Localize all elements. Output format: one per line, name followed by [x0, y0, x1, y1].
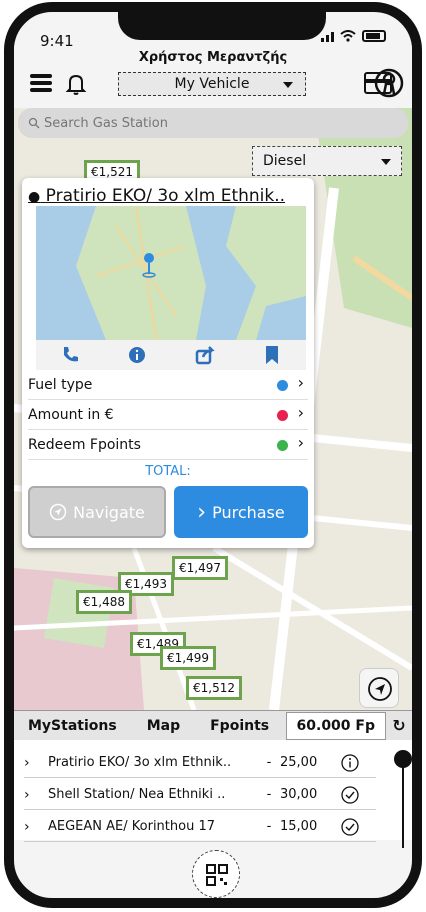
station-price: 25,00 — [280, 755, 318, 770]
navigate-button[interactable]: Navigate — [28, 486, 166, 538]
station-name: Shell Station/ Nea Ethniki .. — [48, 787, 226, 802]
purchase-button[interactable]: › Purchase — [174, 486, 308, 538]
station-card: ● Pratirio EKO/ 3o xlm Ethnik.. Fuel typ… — [22, 178, 314, 548]
mini-map-image — [36, 206, 306, 340]
purchase-label: Purchase — [212, 502, 285, 522]
phone-frame: 9:41 Χρήστος Μεραντζής My Vehicle Search… — [4, 2, 422, 908]
station-actions — [36, 340, 306, 370]
chevron-right-icon: › — [24, 786, 30, 803]
amount-row[interactable]: Amount in € › — [28, 400, 308, 430]
signal-icon — [321, 30, 334, 42]
list-item[interactable]: › Shell Station/ Nea Ethniki .. - 30,00 — [24, 780, 376, 810]
amount-label: Amount in € — [28, 406, 114, 423]
station-name: AEGEAN AE/ Korinthou 17 — [48, 819, 215, 834]
qr-code-button[interactable] — [192, 850, 240, 898]
chevron-right-icon: › — [24, 818, 30, 835]
fpoints-balance: 60.000 Fp — [285, 711, 386, 740]
station-card-title[interactable]: ● Pratirio EKO/ 3o xlm Ethnik.. — [28, 186, 285, 206]
user-name: Χρήστος Μεραντζής — [138, 50, 288, 65]
vehicle-select-value: My Vehicle — [174, 76, 250, 92]
price-pin[interactable]: €1,488 — [76, 590, 132, 614]
fuel-type-value: Diesel — [263, 153, 307, 169]
fuel-drop-icon: ● — [28, 189, 41, 205]
wifi-icon — [340, 30, 356, 42]
station-price: 30,00 — [280, 787, 318, 802]
bottom-tabs: MyStations Map Fpoints 60.000 Fp ↻ — [14, 710, 412, 740]
tab-my-stations[interactable]: MyStations — [14, 718, 125, 734]
status-dot — [277, 440, 288, 451]
status-time: 9:41 — [40, 32, 74, 50]
chevron-right-icon: › — [297, 373, 304, 392]
total-label: TOTAL: — [145, 464, 191, 479]
search-bar[interactable] — [18, 108, 408, 138]
profile-icon[interactable] — [374, 68, 404, 98]
list-item[interactable]: › Pratirio EKO/ 3o xlm Ethnik.. - 25,00 — [24, 748, 376, 778]
chevron-down-icon — [381, 159, 391, 165]
status-dot — [277, 380, 288, 391]
check-circle-icon[interactable] — [338, 817, 362, 837]
status-dot — [277, 410, 288, 421]
qr-code-icon — [206, 864, 228, 886]
fuel-type-row[interactable]: Fuel type › — [28, 370, 308, 400]
refresh-icon[interactable]: ↻ — [386, 716, 412, 735]
info-icon[interactable] — [338, 753, 362, 773]
phone-icon[interactable] — [60, 345, 80, 365]
app-header: Χρήστος Μεραντζής My Vehicle — [14, 42, 412, 108]
info-icon[interactable] — [127, 345, 147, 365]
notch — [118, 12, 326, 40]
search-icon — [28, 117, 40, 129]
station-name: Pratirio EKO/ 3o xlm Ethnik.. — [48, 755, 232, 770]
scroll-handle[interactable] — [394, 750, 412, 768]
share-icon[interactable] — [195, 345, 215, 365]
search-input[interactable] — [44, 115, 344, 131]
price-pin[interactable]: €1,497 — [172, 556, 228, 580]
list-item[interactable]: › AEGEAN AE/ Korinthou 17 - 15,00 — [24, 812, 376, 842]
navigation-arrow-icon — [49, 503, 67, 521]
status-icons — [321, 30, 386, 42]
mini-map[interactable] — [36, 206, 306, 340]
chevron-right-icon: › — [297, 403, 304, 422]
separator: - — [266, 819, 272, 834]
map-view[interactable]: Diesel €1,521 €1,497 €1,493 €1,488 €1,48… — [14, 108, 412, 710]
bell-icon[interactable] — [64, 72, 88, 96]
separator: - — [266, 755, 272, 770]
navigate-label: Navigate — [73, 502, 145, 522]
station-price: 15,00 — [280, 819, 318, 834]
vehicle-select[interactable]: My Vehicle — [118, 72, 306, 96]
redeem-fpoints-label: Redeem Fpoints — [28, 436, 141, 453]
locate-button[interactable] — [359, 668, 399, 708]
battery-icon — [362, 30, 386, 42]
chevron-right-icon: › — [197, 499, 207, 525]
check-circle-icon[interactable] — [338, 785, 362, 805]
station-list: › Pratirio EKO/ 3o xlm Ethnik.. - 25,00 … — [14, 740, 412, 842]
menu-icon[interactable] — [30, 74, 52, 92]
price-pin[interactable]: €1,512 — [186, 676, 242, 700]
price-pin[interactable]: €1,499 — [160, 646, 216, 670]
redeem-fpoints-row[interactable]: Redeem Fpoints › — [28, 430, 308, 460]
fuel-type-select[interactable]: Diesel — [252, 146, 402, 176]
chevron-right-icon: › — [24, 754, 30, 771]
chevron-down-icon — [283, 82, 293, 88]
navigation-arrow-icon — [368, 677, 392, 701]
chevron-right-icon: › — [297, 433, 304, 452]
tab-fpoints[interactable]: Fpoints — [188, 718, 277, 734]
tab-map[interactable]: Map — [125, 718, 188, 734]
fuel-type-label: Fuel type — [28, 376, 93, 393]
separator: - — [266, 787, 272, 802]
bookmark-icon[interactable] — [262, 345, 282, 365]
